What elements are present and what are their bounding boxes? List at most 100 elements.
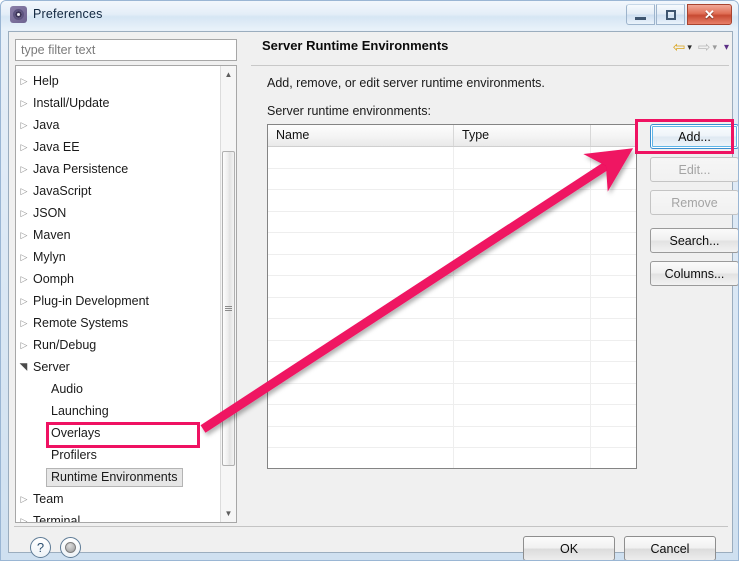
- back-dropdown-icon[interactable]: ▾: [687, 42, 692, 53]
- table-cell: [591, 341, 636, 362]
- minimize-button[interactable]: [626, 4, 655, 25]
- preferences-tree[interactable]: ▷ Help ▷ Install/Update ▷ Java ▷ Java EE ▷ Java P…: [15, 65, 237, 523]
- sidebar-item-terminal[interactable]: ▷ Terminal: [16, 510, 221, 522]
- sidebar-item-install-update[interactable]: ▷ Install/Update: [16, 92, 221, 114]
- tree-scrollbar[interactable]: ▲ ▼: [220, 66, 236, 522]
- sidebar-item-json[interactable]: ▷ JSON: [16, 202, 221, 224]
- help-icon[interactable]: ?: [30, 537, 51, 558]
- table-row[interactable]: [268, 190, 636, 212]
- chevron-right-icon[interactable]: ▷: [16, 76, 32, 86]
- table-row[interactable]: [268, 276, 636, 298]
- sidebar-item-team[interactable]: ▷ Team: [16, 488, 221, 510]
- list-label: Server runtime environments:: [267, 104, 431, 118]
- sidebar-item-runtime-environments[interactable]: Runtime Environments: [16, 466, 221, 488]
- filter-input[interactable]: type filter text: [15, 39, 237, 61]
- table-cell: [454, 383, 591, 404]
- forward-dropdown-icon[interactable]: ▾: [712, 42, 717, 53]
- scrollbar-thumb[interactable]: [222, 151, 235, 466]
- table-cell: [268, 426, 454, 447]
- table-row[interactable]: [268, 383, 636, 405]
- table-cell: [454, 276, 591, 297]
- table-cell: [268, 362, 454, 383]
- columns-button[interactable]: Columns...: [650, 261, 738, 286]
- search-button[interactable]: Search...: [650, 228, 738, 253]
- sidebar-item-label: Runtime Environments: [46, 467, 184, 487]
- table-row[interactable]: [268, 426, 636, 448]
- runtime-environments-table[interactable]: Name Type: [267, 124, 637, 469]
- sidebar-item-oomph[interactable]: ▷ Oomph: [16, 268, 221, 290]
- table-cell: [268, 340, 454, 361]
- chevron-right-icon[interactable]: ▷: [16, 318, 32, 328]
- chevron-right-icon[interactable]: ▷: [16, 98, 32, 108]
- table-row[interactable]: [268, 147, 636, 169]
- table-row[interactable]: [268, 405, 636, 427]
- sidebar-item-mylyn[interactable]: ▷ Mylyn: [16, 246, 221, 268]
- sidebar-item-label: Mylyn: [33, 250, 66, 264]
- table-cell: [454, 448, 591, 468]
- sidebar-item-launching[interactable]: Launching: [16, 400, 221, 422]
- forward-arrow-icon[interactable]: ⇨: [698, 40, 711, 55]
- chevron-right-icon[interactable]: ▷: [16, 208, 32, 218]
- scroll-down-icon[interactable]: ▼: [221, 505, 236, 522]
- sidebar-item-overlays[interactable]: Overlays: [16, 422, 221, 444]
- table-cell: [454, 254, 591, 275]
- sidebar-item-javascript[interactable]: ▷ JavaScript: [16, 180, 221, 202]
- sidebar-item-plug-in-development[interactable]: ▷ Plug-in Development: [16, 290, 221, 312]
- sidebar-item-java-ee[interactable]: ▷ Java EE: [16, 136, 221, 158]
- chevron-right-icon[interactable]: ▷: [16, 516, 32, 522]
- sidebar-item-audio[interactable]: Audio: [16, 378, 221, 400]
- chevron-right-icon[interactable]: ▷: [16, 340, 32, 350]
- cancel-button[interactable]: Cancel: [624, 536, 716, 560]
- table-row[interactable]: [268, 168, 636, 190]
- table-column-header[interactable]: [591, 125, 636, 146]
- table-cell: [268, 254, 454, 275]
- table-row[interactable]: [268, 340, 636, 362]
- table-column-header[interactable]: Type: [454, 125, 591, 146]
- chevron-right-icon[interactable]: ▷: [16, 164, 32, 174]
- table-row[interactable]: [268, 254, 636, 276]
- scroll-up-icon[interactable]: ▲: [221, 66, 236, 83]
- sidebar-item-help[interactable]: ▷ Help: [16, 70, 221, 92]
- chevron-down-icon[interactable]: ◢: [18, 359, 29, 375]
- table-row[interactable]: [268, 211, 636, 233]
- chevron-right-icon[interactable]: ▷: [16, 494, 32, 504]
- table-row[interactable]: [268, 362, 636, 384]
- chevron-right-icon[interactable]: ▷: [16, 230, 32, 240]
- back-arrow-icon[interactable]: ⇦: [673, 40, 686, 55]
- sidebar-item-maven[interactable]: ▷ Maven: [16, 224, 221, 246]
- view-menu-icon[interactable]: ▾: [724, 42, 729, 53]
- apply-circle-icon[interactable]: [60, 537, 81, 558]
- table-cell: [268, 211, 454, 232]
- chevron-right-icon[interactable]: ▷: [16, 120, 32, 130]
- sidebar-item-run-debug[interactable]: ▷ Run/Debug: [16, 334, 221, 356]
- table-cell: [591, 448, 636, 468]
- sidebar-item-java[interactable]: ▷ Java: [16, 114, 221, 136]
- table-cell: [268, 405, 454, 426]
- remove-button: Remove: [650, 190, 738, 215]
- table-row[interactable]: [268, 233, 636, 255]
- table-cell: [591, 427, 636, 448]
- table-row[interactable]: [268, 448, 636, 468]
- sidebar-item-java-persistence[interactable]: ▷ Java Persistence: [16, 158, 221, 180]
- chevron-right-icon[interactable]: ▷: [16, 274, 32, 284]
- maximize-button[interactable]: [656, 4, 685, 25]
- close-button[interactable]: ✕: [687, 4, 732, 25]
- sidebar-item-server[interactable]: ◢ Server: [16, 356, 221, 378]
- sidebar-item-remote-systems[interactable]: ▷ Remote Systems: [16, 312, 221, 334]
- table-row[interactable]: [268, 319, 636, 341]
- table-cell: [268, 448, 454, 468]
- table-column-header[interactable]: Name: [268, 125, 454, 146]
- scrollbar-grip-icon: [225, 305, 232, 312]
- window-title: Preferences: [33, 7, 103, 21]
- ok-button[interactable]: OK: [523, 536, 615, 560]
- chevron-right-icon[interactable]: ▷: [16, 296, 32, 306]
- chevron-right-icon[interactable]: ▷: [16, 252, 32, 262]
- table-cell: [591, 362, 636, 383]
- chevron-right-icon[interactable]: ▷: [16, 142, 32, 152]
- sidebar-item-label: Plug-in Development: [33, 294, 150, 308]
- table-row[interactable]: [268, 297, 636, 319]
- sidebar-item-label: JSON: [33, 206, 67, 220]
- add-button[interactable]: Add...: [650, 124, 738, 149]
- chevron-right-icon[interactable]: ▷: [16, 186, 32, 196]
- sidebar-item-profilers[interactable]: Profilers: [16, 444, 221, 466]
